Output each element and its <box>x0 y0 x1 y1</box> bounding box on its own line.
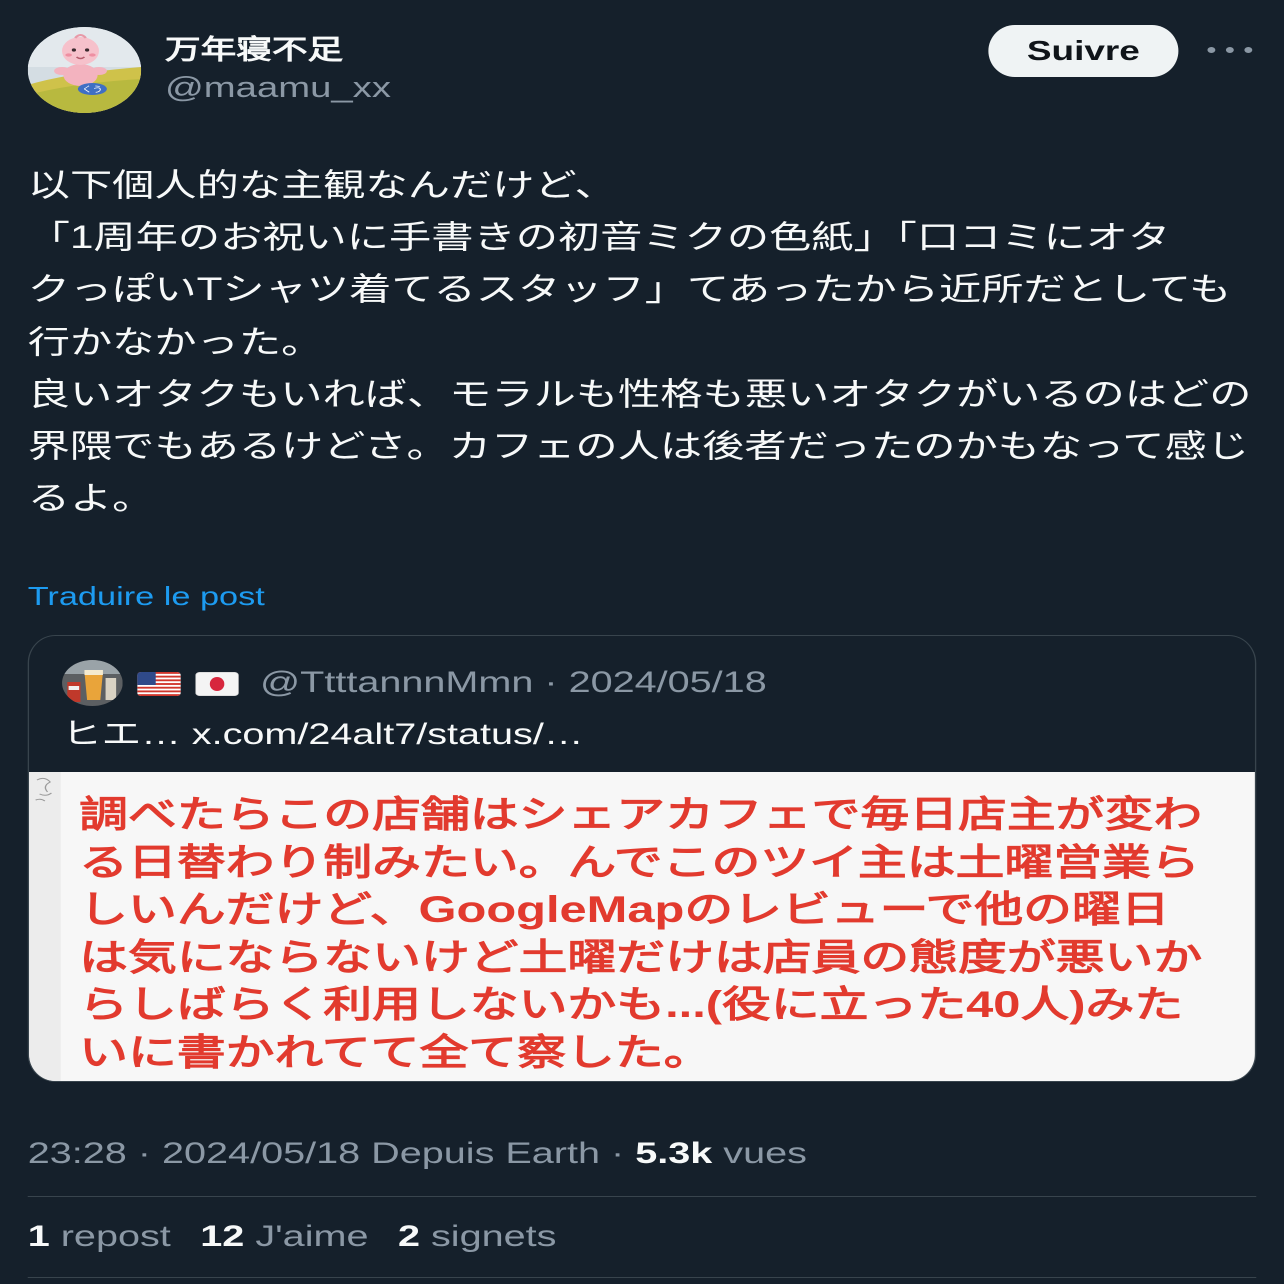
post-source: Depuis Earth <box>371 1137 601 1170</box>
divider <box>27 1196 1257 1197</box>
image-text: 調べたらこの店舗はシェアカフェで毎日店主が変わ る日替わり制みたい。んでこのツイ… <box>79 791 1202 1076</box>
reposts-label: repost <box>60 1220 171 1253</box>
quoted-handle-row: @TtttannnMmn · 2024/05/18 <box>260 666 767 700</box>
bookmarks-count: 2 <box>397 1220 421 1253</box>
author-handle[interactable]: @maamu_xx <box>165 71 391 105</box>
quoted-image[interactable]: 調べたらこの店舗はシェアカフェで毎日店主が変わ る日替わり制みたい。んでこのツイ… <box>29 772 1255 1081</box>
post-text-line: 行かなかった。 <box>27 323 324 360</box>
image-text-line: 調べたらこの店舗はシェアカフェで毎日店主が変わ <box>79 794 1203 835</box>
image-left-margin <box>29 772 61 1081</box>
post-detail: くう 万年寝不足 @maamu_xx Suivre 以下個人的な主観なんだけど、… <box>0 0 1284 1284</box>
image-text-line: いに書かれてて全て察した。 <box>79 1031 713 1073</box>
post-text-line: 「1周年のお祝いに手書きの初音ミクの色紙」「口コミにオタ <box>27 219 1171 256</box>
quoted-handle[interactable]: @TtttannnMmn <box>260 666 533 699</box>
divider <box>27 1277 1257 1278</box>
likes-count: 12 <box>200 1220 245 1253</box>
quoted-post-card[interactable]: @TtttannnMmn · 2024/05/18 ヒエ… x.com/24al… <box>27 635 1257 1082</box>
image-text-line: る日替わり制みたい。んでこのツイ主は土曜営業ら <box>79 841 1200 883</box>
image-text-line: らしばらく利用しないかも...(役に立った40人)みた <box>79 984 1184 1025</box>
translate-post-link[interactable]: Traduire le post <box>28 579 265 613</box>
us-flag-icon[interactable] <box>137 672 181 696</box>
post-text-line: クっぽいTシャツ着てるスタッフ」てあったから近所だとしても <box>27 271 1232 308</box>
post-text-line: 以下個人的な主観なんだけど、 <box>27 167 617 203</box>
jp-flag-icon[interactable] <box>195 672 239 696</box>
bookmarks-label: signets <box>431 1220 557 1253</box>
meta-separator: · <box>611 1137 625 1170</box>
post-text-line: 良いオタクもいれば、モラルも性格も悪いオタクがいるのはどの <box>27 375 1252 412</box>
avatar-picture: くう <box>27 27 142 113</box>
avatar[interactable]: くう <box>27 27 142 113</box>
post-text-line: るよ。 <box>27 480 155 517</box>
reposts-count: 1 <box>27 1220 50 1253</box>
image-text-line: しいんだけど、GoogleMapのレビューで他の曜日 <box>79 889 1170 930</box>
engagement-stats: 1 repost 12 J'aime 2 signets <box>28 1220 575 1254</box>
quoted-text: ヒエ… x.com/24alt7/status/… <box>62 718 584 751</box>
post-date[interactable]: 2024/05/18 <box>162 1137 360 1170</box>
avatar-label: くう <box>82 85 103 94</box>
views-label: vues <box>723 1137 807 1170</box>
post-text: 以下個人的な主観なんだけど、 「1周年のお祝いに手書きの初音ミクの色紙」「口コミ… <box>28 159 1275 524</box>
likes-link[interactable]: 12 J'aime <box>200 1220 368 1253</box>
more-icon[interactable] <box>1205 38 1255 62</box>
views[interactable]: 5.3k vues <box>635 1137 807 1170</box>
meta-separator: · <box>137 1137 151 1170</box>
post-time[interactable]: 23:28 <box>28 1137 127 1170</box>
sketch-mark-icon <box>32 774 58 806</box>
quoted-date[interactable]: 2024/05/18 <box>569 666 767 699</box>
post-text-line: 界隈でもあるけどさ。カフェの人は後者だったのかもなって感じ <box>27 427 1249 464</box>
reposts-link[interactable]: 1 repost <box>28 1220 171 1253</box>
follow-button[interactable]: Suivre <box>988 25 1179 77</box>
post-metadata: 23:28 · 2024/05/18 Depuis Earth · 5.3k v… <box>28 1137 807 1171</box>
author-display-name[interactable]: 万年寝不足 <box>165 33 343 67</box>
likes-label: J'aime <box>255 1220 369 1253</box>
quoted-avatar[interactable] <box>62 660 123 706</box>
image-text-line: は気にならないけど土曜だけは店員の態度が悪いか <box>79 936 1203 978</box>
bookmarks-link[interactable]: 2 signets <box>398 1220 556 1253</box>
quoted-separator: · <box>544 666 558 699</box>
quoted-avatar-picture <box>62 660 123 706</box>
views-count: 5.3k <box>635 1137 713 1170</box>
